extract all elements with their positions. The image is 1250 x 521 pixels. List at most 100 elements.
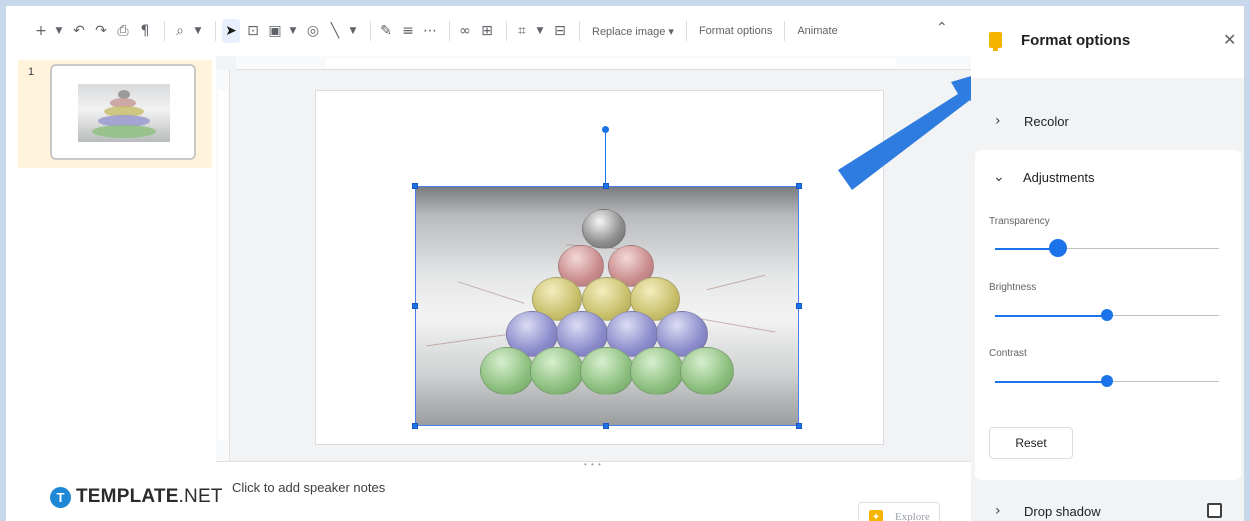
chevron-down-icon: ⌄ — [993, 169, 1005, 185]
marble-vein — [457, 281, 525, 304]
panel-title: Format options — [1021, 32, 1131, 49]
template-net-logo: T TEMPLATE.NET — [50, 486, 223, 508]
crop-icon[interactable]: ⌗ — [513, 19, 531, 43]
thumbnail-image — [78, 84, 170, 142]
format-options-panel: Format options ✕ › Recolor ⌄ Adjustments… — [971, 6, 1244, 521]
border-dash-icon[interactable]: ⋯ — [421, 19, 439, 43]
slide-number: 1 — [28, 66, 35, 78]
speaker-notes[interactable]: • • • Click to add speaker notes ✦ Explo… — [216, 460, 971, 521]
selected-image[interactable] — [415, 186, 799, 426]
slides-app: + ▼ ↶ ↷ ⎙ ¶ ⌕ ▼ ➤ ⊡ ▣ ▼ ◎ ╲ ▼ ✎ ≡ ⋯ ∞ ⊞ … — [0, 0, 1250, 521]
green-sphere — [480, 347, 534, 395]
vertical-ruler[interactable] — [216, 70, 230, 461]
format-options-button[interactable]: Format options — [693, 25, 778, 37]
logo-wordmark: TEMPLATE.NET — [76, 486, 223, 508]
transparency-label: Transparency — [989, 216, 1050, 227]
reset-button[interactable]: Reset — [989, 427, 1073, 459]
contrast-slider[interactable] — [995, 375, 1219, 387]
resize-handle-top-right[interactable] — [796, 183, 802, 189]
toolbar-divider — [449, 21, 450, 41]
adjustments-section: ⌄ Adjustments Transparency Brightness Co… — [975, 150, 1241, 480]
dropdown-caret-icon[interactable]: ▼ — [288, 19, 298, 43]
logo-suffix: .NET — [178, 486, 223, 507]
image-icon[interactable]: ▣ — [266, 19, 284, 43]
rotation-line — [605, 129, 606, 186]
brightness-fill — [995, 314, 1107, 317]
ruler-active-range — [326, 58, 896, 68]
undo-icon[interactable]: ↶ — [70, 19, 88, 43]
replace-image-button[interactable]: Replace image ▾ — [586, 25, 680, 38]
explore-button[interactable]: ✦ Explore — [858, 502, 940, 521]
toolbar-divider — [784, 21, 786, 41]
green-sphere — [680, 347, 734, 395]
plus-icon[interactable]: + — [32, 19, 50, 43]
resize-handle-top-left[interactable] — [412, 183, 418, 189]
zoom-icon[interactable]: ⌕ — [171, 19, 189, 43]
text-box-icon[interactable]: ⊡ — [244, 19, 262, 43]
shape-icon[interactable]: ◎ — [304, 19, 322, 43]
notes-resize-grip[interactable]: • • • — [584, 460, 602, 469]
pen-icon[interactable]: ✎ — [377, 19, 395, 43]
gray-sphere — [582, 209, 626, 249]
brightness-slider[interactable] — [995, 309, 1219, 321]
slide-thumbnail[interactable] — [50, 64, 196, 160]
dropdown-caret-icon[interactable]: ▼ — [535, 19, 545, 43]
resize-handle-right[interactable] — [796, 303, 802, 309]
contrast-fill — [995, 380, 1107, 383]
filmstrip: 1 — [6, 56, 216, 521]
resize-handle-left[interactable] — [412, 303, 418, 309]
animate-button[interactable]: Animate — [791, 25, 843, 37]
paint-format-icon[interactable]: ¶ — [136, 19, 154, 43]
transparency-slider[interactable] — [995, 239, 1219, 257]
format-options-icon — [989, 32, 1002, 51]
print-icon[interactable]: ⎙ — [114, 19, 132, 43]
dropdown-caret-icon[interactable]: ▼ — [348, 19, 358, 43]
toolbar-divider — [506, 21, 507, 41]
adjustments-section-toggle[interactable]: ⌄ Adjustments — [975, 164, 1244, 190]
comment-icon[interactable]: ⊞ — [478, 19, 496, 43]
ruler-active-range — [218, 90, 228, 440]
resize-handle-top[interactable] — [603, 183, 609, 189]
drop-shadow-checkbox[interactable] — [1207, 503, 1222, 518]
resize-handle-bottom-left[interactable] — [412, 423, 418, 429]
green-sphere — [530, 347, 584, 395]
toolbar-divider — [164, 21, 165, 41]
border-weight-icon[interactable]: ≡ — [399, 19, 417, 43]
redo-icon[interactable]: ↷ — [92, 19, 110, 43]
adjustments-label: Adjustments — [1023, 169, 1095, 185]
contrast-label: Contrast — [989, 348, 1027, 359]
brightness-knob[interactable] — [1101, 309, 1113, 321]
contrast-knob[interactable] — [1101, 375, 1113, 387]
transparency-knob[interactable] — [1048, 239, 1067, 257]
toolbar-divider — [685, 21, 687, 41]
drop-shadow-label: Drop shadow — [1024, 503, 1101, 519]
logo-brand: TEMPLATE — [76, 486, 179, 507]
mask-image-icon[interactable]: ⊟ — [551, 19, 569, 43]
line-icon[interactable]: ╲ — [326, 19, 344, 43]
brightness-label: Brightness — [989, 282, 1037, 293]
toolbar-divider — [579, 21, 580, 41]
slide-canvas[interactable] — [315, 90, 884, 445]
toolbar-divider — [215, 21, 216, 41]
thumb-ball — [92, 125, 156, 138]
link-icon[interactable]: ∞ — [456, 19, 474, 43]
resize-handle-bottom[interactable] — [603, 423, 609, 429]
toolbar: + ▼ ↶ ↷ ⎙ ¶ ⌕ ▼ ➤ ⊡ ▣ ▼ ◎ ╲ ▼ ✎ ≡ ⋯ ∞ ⊞ … — [6, 6, 971, 56]
logo-mark: T — [50, 486, 71, 508]
speaker-notes-placeholder[interactable]: Click to add speaker notes — [232, 480, 385, 495]
rotation-handle[interactable] — [602, 126, 609, 133]
chevron-up-icon[interactable]: ⌃ — [936, 20, 948, 36]
dropdown-caret-icon[interactable]: ▼ — [54, 19, 64, 43]
cursor-icon[interactable]: ➤ — [222, 19, 240, 43]
recolor-section-toggle[interactable]: › Recolor — [971, 106, 1244, 136]
recolor-label: Recolor — [1024, 113, 1069, 129]
green-sphere — [630, 347, 684, 395]
close-icon[interactable]: ✕ — [1223, 30, 1236, 49]
explore-label: Explore — [895, 511, 930, 521]
green-sphere — [580, 347, 634, 395]
resize-handle-bottom-right[interactable] — [796, 423, 802, 429]
chevron-right-icon: › — [995, 503, 1001, 519]
explore-icon: ✦ — [869, 510, 883, 521]
dropdown-caret-icon[interactable]: ▼ — [193, 19, 203, 43]
slide-thumbnail-selected[interactable]: 1 — [18, 60, 212, 168]
